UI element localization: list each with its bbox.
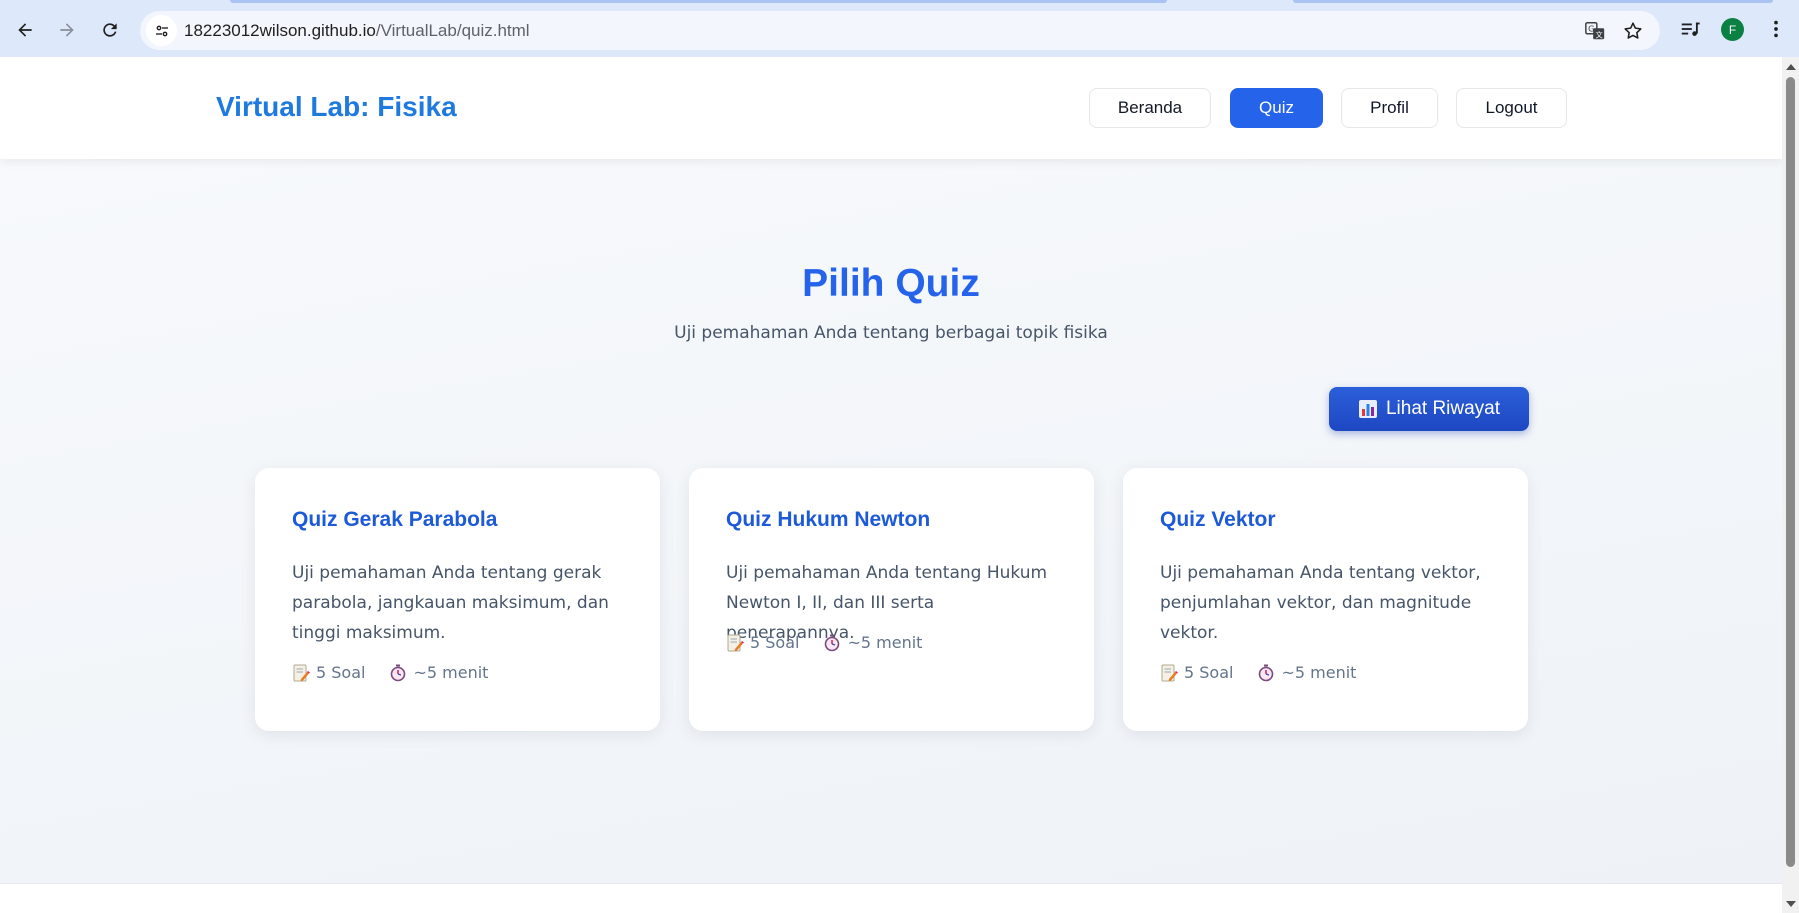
nav-quiz[interactable]: Quiz [1230,88,1323,128]
duration-text: ~5 menit [1281,663,1357,682]
bookmark-star-icon [1624,22,1642,39]
media-controls-button[interactable] [1675,14,1705,44]
site-info-button[interactable] [146,15,177,46]
page-subtitle: Uji pemahaman Anda tentang berbagai topi… [674,323,1108,343]
back-button[interactable] [9,14,41,46]
page-footer [0,883,1782,913]
memo-icon [293,664,310,681]
question-count: 5 Soal [292,663,365,682]
history-button-label: Lihat Riwayat [1385,398,1501,419]
svg-text:文: 文 [1595,30,1603,39]
reload-button[interactable] [94,14,126,46]
question-count: 5 Soal [726,633,799,652]
question-count-text: 5 Soal [1184,663,1234,682]
address-bar[interactable]: 18223012wilson.github.io/VirtualLab/quiz… [140,11,1660,50]
quiz-card-meta: 5 Soal ~5 menit [1160,663,1380,682]
duration: ~5 menit [823,633,922,652]
url-path: /VirtualLab/quiz.html [375,21,530,40]
url-host: 18223012wilson.github.io [184,21,376,40]
browser-menu-button[interactable] [1761,14,1791,44]
scrollbar-thumb[interactable] [1786,77,1795,867]
question-count-text: 5 Soal [316,663,366,682]
duration-text: ~5 menit [847,633,923,652]
quiz-card-description: Uji pemahaman Anda tentang gerak parabol… [292,563,609,643]
site-info-icon [155,25,168,36]
forward-icon [60,23,74,37]
quiz-card-vektor[interactable]: Quiz Vektor Uji pemahaman Anda tentang v… [1123,468,1528,731]
history-button[interactable]: Lihat Riwayat [1329,387,1529,431]
bookmark-button[interactable] [1620,18,1646,44]
question-count-text: 5 Soal [750,633,800,652]
quiz-card-meta: 5 Soal ~5 menit [726,633,946,652]
quiz-card-title: Quiz Vektor [1160,508,1276,531]
memo-icon [727,634,744,651]
media-controls-icon [1681,22,1700,36]
stopwatch-icon [1259,664,1274,681]
brand-logo[interactable]: Virtual Lab: Fisika [216,91,457,123]
url-text[interactable]: 18223012wilson.github.io/VirtualLab/quiz… [184,21,530,41]
menu-kebab-icon [1774,20,1778,38]
tab-strip-indicator [1293,0,1773,3]
quiz-card-hukum-newton[interactable]: Quiz Hukum Newton Uji pemahaman Anda ten… [689,468,1094,731]
back-icon [18,23,32,37]
question-count: 5 Soal [1160,663,1233,682]
nav-profil[interactable]: Profil [1341,88,1438,128]
stopwatch-icon [391,664,406,681]
forward-button[interactable] [51,14,83,46]
memo-icon [1161,664,1178,681]
vertical-scrollbar[interactable] [1782,57,1799,913]
quiz-card-meta: 5 Soal ~5 menit [292,663,512,682]
page-title: Pilih Quiz [802,262,980,305]
stopwatch-icon [825,634,840,651]
duration: ~5 menit [1257,663,1356,682]
scroll-down-arrow-icon[interactable] [1786,901,1796,907]
nav-logout[interactable]: Logout [1456,88,1567,128]
reload-icon [103,23,117,37]
quiz-card-description: Uji pemahaman Anda tentang vektor, penju… [1160,563,1481,643]
browser-toolbar: 18223012wilson.github.io/VirtualLab/quiz… [0,0,1799,57]
page-viewport: Virtual Lab: Fisika Beranda Quiz Profil … [0,57,1782,913]
scroll-up-arrow-icon[interactable] [1786,64,1796,70]
bar-chart-icon [1358,400,1377,418]
tab-strip-indicator [230,0,1167,3]
nav-beranda[interactable]: Beranda [1089,88,1211,128]
quiz-card-gerak-parabola[interactable]: Quiz Gerak Parabola Uji pemahaman Anda t… [255,468,660,731]
duration: ~5 menit [389,663,488,682]
translate-button[interactable]: G 文 [1582,18,1608,44]
translate-icon: G 文 [1585,22,1605,39]
site-header: Virtual Lab: Fisika Beranda Quiz Profil … [0,57,1782,159]
quiz-card-title: Quiz Gerak Parabola [292,508,498,531]
duration-text: ~5 menit [413,663,489,682]
quiz-card-title: Quiz Hukum Newton [726,508,931,531]
profile-avatar[interactable]: F [1721,18,1744,41]
